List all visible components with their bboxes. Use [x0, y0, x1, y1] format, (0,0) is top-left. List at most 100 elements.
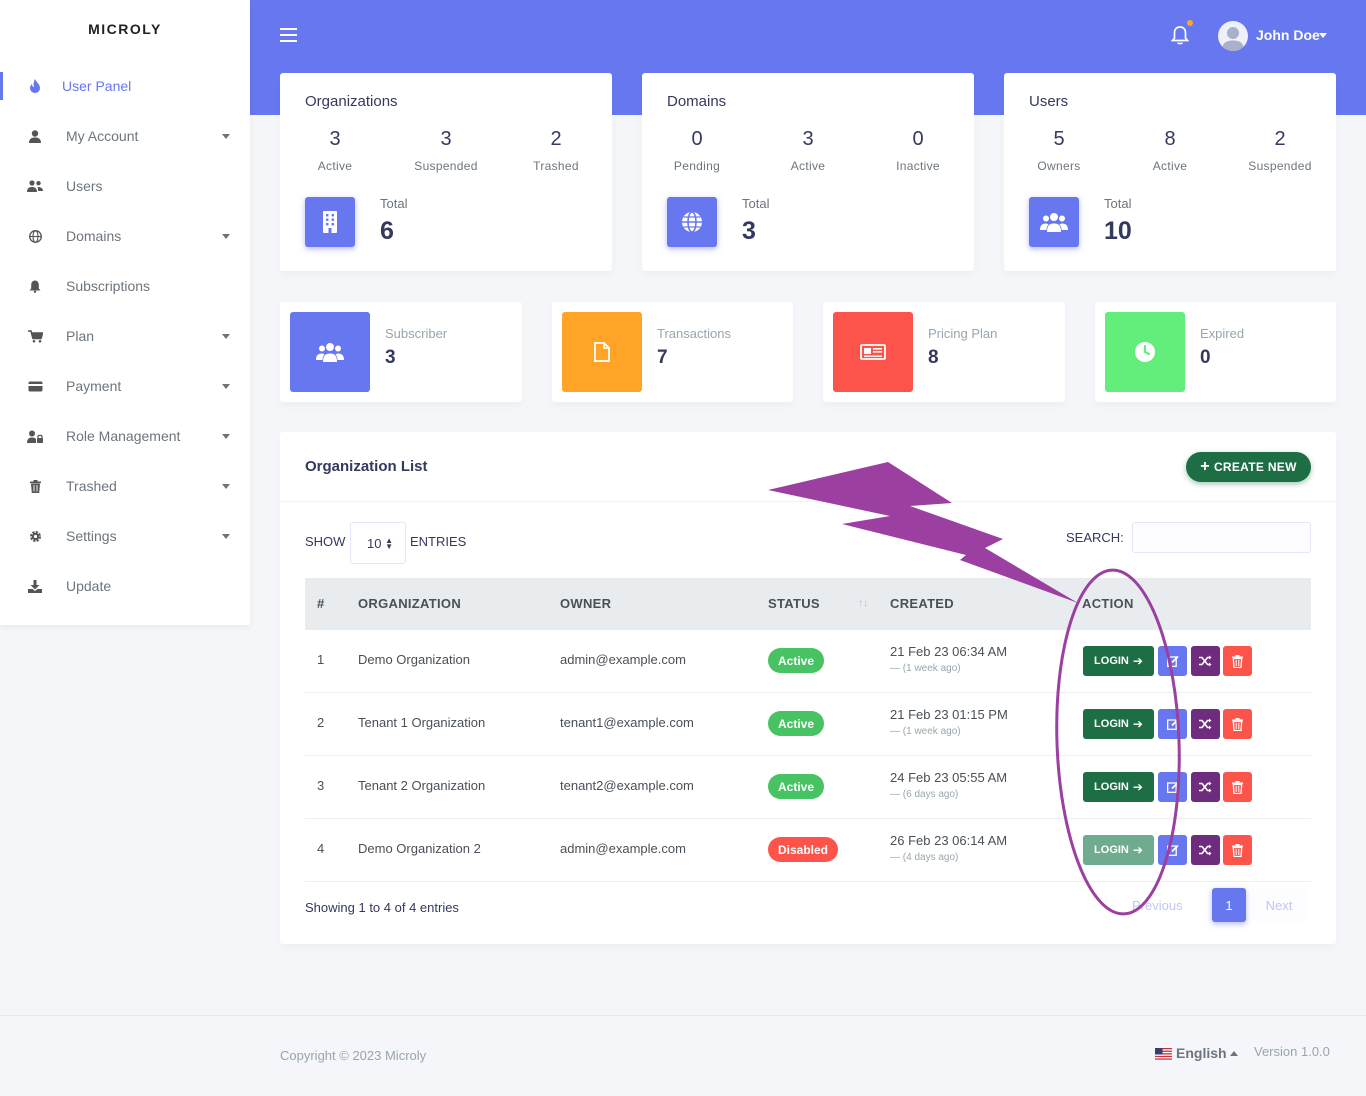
card-title: Organization List	[305, 458, 428, 475]
edit-button[interactable]	[1158, 835, 1187, 865]
created-relative: — (6 days ago)	[890, 789, 959, 800]
newspaper-icon	[833, 312, 913, 392]
total-label: Total	[380, 196, 408, 211]
select-arrows-icon: ▲ ▼	[385, 536, 393, 551]
chevron-down-icon	[222, 383, 230, 389]
notification-bell-icon[interactable]	[1171, 25, 1189, 45]
chevron-down-icon[interactable]	[1319, 33, 1327, 38]
chevron-down-icon	[222, 233, 230, 239]
sidebar-item-role-management[interactable]: Role Management	[0, 418, 250, 454]
sort-icon[interactable]: ↑↓	[858, 598, 868, 609]
trash-icon	[1232, 780, 1243, 794]
chevron-down-icon	[222, 333, 230, 339]
switch-button[interactable]	[1191, 835, 1220, 865]
edit-button[interactable]	[1158, 709, 1187, 739]
users-stat-card: Users 5 Owners 8 Active 2 Suspended Total 1…	[1004, 73, 1336, 271]
users-icon	[1029, 197, 1079, 247]
column-header-owner[interactable]: OWNER	[560, 596, 611, 611]
sidebar-item-my-account[interactable]: My Account	[0, 118, 250, 154]
delete-button[interactable]	[1223, 835, 1252, 865]
pagination-next[interactable]: Next	[1250, 888, 1308, 922]
stat-value: 3	[440, 128, 452, 150]
sign-in-icon: ➔	[1132, 843, 1143, 857]
sidebar-item-user-panel[interactable]: User Panel	[0, 68, 250, 104]
subscriber-stat-card: Subscriber 3	[280, 302, 522, 402]
users-icon	[27, 178, 43, 194]
sidebar-item-users[interactable]: Users	[0, 168, 250, 204]
stat-label: Owners	[1037, 159, 1081, 173]
sidebar-item-label: Trashed	[66, 478, 117, 494]
sidebar-item-label: Payment	[66, 378, 122, 394]
chevron-up-icon[interactable]	[1230, 1051, 1238, 1056]
divider	[280, 501, 1336, 502]
sidebar-item-update[interactable]: Update	[0, 568, 250, 604]
trash-icon	[1232, 717, 1243, 731]
column-header-number[interactable]: #	[317, 596, 325, 611]
sidebar-item-plan[interactable]: Plan	[0, 318, 250, 354]
entries-value: 10	[367, 535, 382, 551]
card-title: Domains	[667, 93, 727, 110]
user-icon	[27, 128, 43, 144]
entries-select[interactable]: 10 ▲ ▼	[350, 522, 406, 564]
edit-button[interactable]	[1158, 646, 1187, 676]
switch-button[interactable]	[1191, 709, 1220, 739]
edit-icon	[1166, 655, 1179, 667]
column-header-action: ACTION	[1082, 596, 1134, 611]
edit-icon	[1166, 844, 1179, 856]
sidebar-item-label: Update	[66, 578, 112, 594]
hamburger-menu-icon[interactable]	[280, 28, 297, 42]
stat-label: Pending	[673, 159, 721, 173]
column-header-organization[interactable]: ORGANIZATION	[358, 596, 461, 611]
sidebar-item-trashed[interactable]: Trashed	[0, 468, 250, 504]
language-selector[interactable]: English	[1176, 1045, 1227, 1061]
user-name[interactable]: John Doe	[1256, 27, 1320, 43]
column-header-status[interactable]: STATUS	[768, 596, 820, 611]
sidebar-item-settings[interactable]: Settings	[0, 518, 250, 554]
mini-stat-value: 8	[928, 347, 939, 368]
switch-button[interactable]	[1191, 772, 1220, 802]
shuffle-icon	[1199, 781, 1212, 793]
entries-label: ENTRIES	[410, 534, 467, 549]
login-button[interactable]: LOGIN ➔	[1083, 835, 1154, 865]
login-button[interactable]: LOGIN ➔	[1083, 772, 1154, 802]
sign-in-icon: ➔	[1132, 717, 1143, 731]
sidebar-item-domains[interactable]: Domains	[0, 218, 250, 254]
delete-button[interactable]	[1223, 709, 1252, 739]
login-button[interactable]: LOGIN ➔	[1083, 709, 1154, 739]
edit-icon	[1166, 718, 1179, 730]
brand-logo[interactable]: MICROLY	[0, 0, 250, 58]
row-number: 2	[317, 715, 325, 730]
pagination-previous[interactable]: Previous	[1132, 898, 1183, 913]
avatar[interactable]	[1218, 21, 1248, 51]
column-header-created[interactable]: CREATED	[890, 596, 954, 611]
delete-button[interactable]	[1223, 646, 1252, 676]
stat-label: Active	[790, 159, 826, 173]
created-relative: — (1 week ago)	[890, 726, 961, 737]
switch-button[interactable]	[1191, 646, 1220, 676]
expired-stat-card: Expired 0	[1095, 302, 1336, 402]
created-relative: — (1 week ago)	[890, 663, 961, 674]
show-label: SHOW	[305, 534, 346, 549]
created-date: 21 Feb 23 06:34 AM	[890, 644, 1008, 659]
created-relative: — (4 days ago)	[890, 852, 959, 863]
trash-icon	[1232, 843, 1243, 857]
delete-button[interactable]	[1223, 772, 1252, 802]
chevron-down-icon	[222, 533, 230, 539]
card-title: Organizations	[305, 93, 398, 110]
pagination-page[interactable]: 1	[1212, 888, 1246, 922]
login-button[interactable]: LOGIN ➔	[1083, 646, 1154, 676]
status-badge: Disabled	[768, 837, 839, 862]
search-input[interactable]	[1132, 522, 1311, 553]
login-label: LOGIN	[1094, 718, 1129, 730]
globe-icon	[667, 197, 717, 247]
sidebar: MICROLY User Panel My Account Users Doma…	[0, 0, 250, 625]
sidebar-item-label: Role Management	[66, 428, 181, 444]
chevron-down-icon	[222, 433, 230, 439]
create-new-button[interactable]: + CREATE NEW	[1186, 452, 1311, 482]
stat-label: Active	[317, 159, 353, 173]
status-badge: Active	[768, 648, 825, 673]
sidebar-item-subscriptions[interactable]: Subscriptions	[0, 268, 250, 304]
sidebar-item-payment[interactable]: Payment	[0, 368, 250, 404]
stat-label: Active	[1152, 159, 1188, 173]
edit-button[interactable]	[1158, 772, 1187, 802]
